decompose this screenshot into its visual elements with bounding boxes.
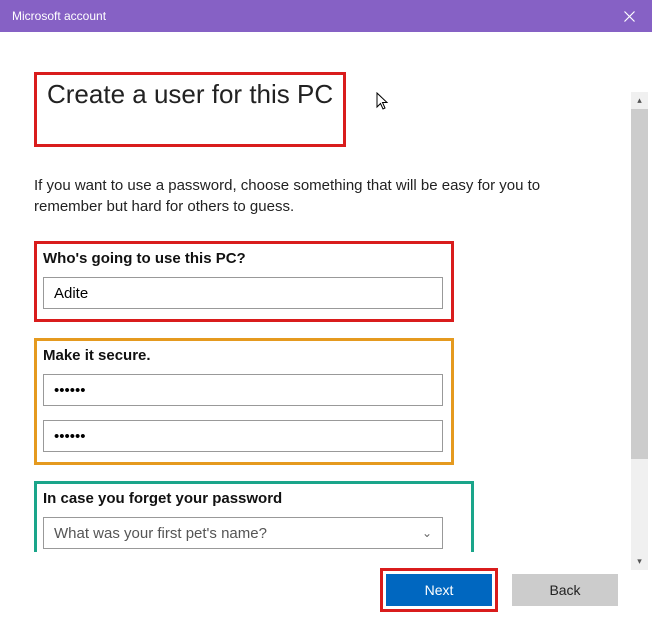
close-button[interactable] [606, 0, 652, 32]
titlebar: Microsoft account [0, 0, 652, 32]
close-icon [624, 11, 635, 22]
security-label: In case you forget your password [43, 490, 465, 507]
next-button-highlight: Next [380, 568, 498, 612]
page-subtitle: If you want to use a password, choose so… [34, 175, 594, 217]
chevron-down-icon: ⌄ [422, 526, 432, 540]
window-title: Microsoft account [12, 9, 106, 23]
back-button[interactable]: Back [512, 574, 618, 606]
scroll-up-arrow[interactable]: ▴ [631, 92, 648, 109]
next-button[interactable]: Next [386, 574, 492, 606]
password-section: Make it secure. [34, 338, 454, 465]
username-section: Who's going to use this PC? [34, 241, 454, 322]
footer-buttons: Next Back [380, 568, 618, 612]
scroll-down-arrow[interactable]: ▾ [631, 553, 648, 570]
username-label: Who's going to use this PC? [43, 250, 445, 267]
page-title: Create a user for this PC [47, 79, 333, 110]
confirm-password-input[interactable] [43, 420, 443, 452]
security-question-select[interactable]: What was your first pet's name? ⌄ [43, 517, 443, 549]
heading-highlight: Create a user for this PC [34, 72, 346, 147]
password-input[interactable] [43, 374, 443, 406]
username-input[interactable] [43, 277, 443, 309]
security-question-text: What was your first pet's name? [54, 525, 267, 542]
scrollbar-thumb[interactable] [631, 109, 648, 459]
scrollbar[interactable]: ▴ ▾ [631, 92, 648, 570]
main-content: Create a user for this PC If you want to… [34, 32, 618, 552]
security-question-section: In case you forget your password What wa… [34, 481, 474, 552]
password-label: Make it secure. [43, 347, 445, 364]
